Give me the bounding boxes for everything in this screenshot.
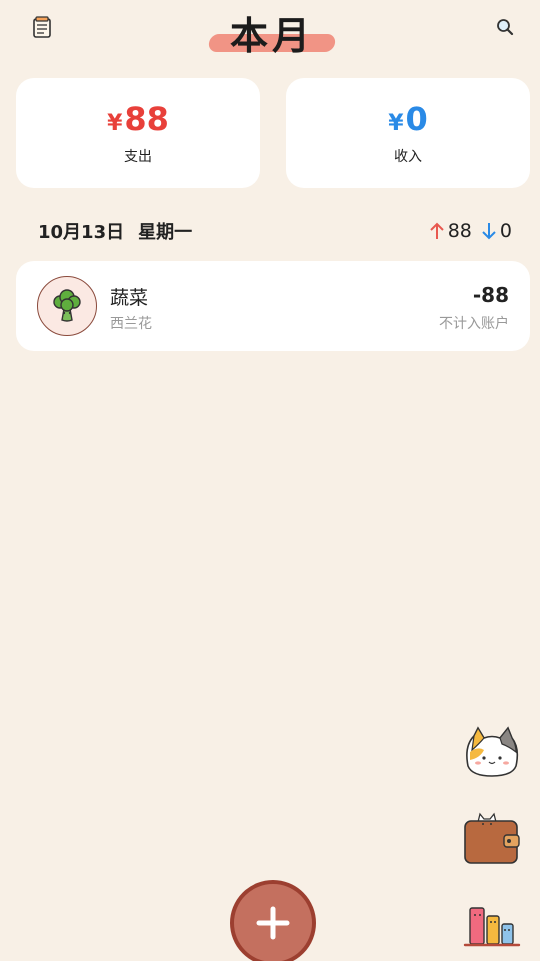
expense-label: 支出 (124, 148, 152, 165)
arrow-up-icon (430, 222, 444, 239)
page-title: 本月 (205, 6, 339, 58)
list-item[interactable]: 蔬菜 西兰花 -88 不计入账户 (16, 261, 530, 351)
income-currency: ¥ (388, 110, 404, 136)
entry-category: 蔬菜 (110, 287, 149, 309)
day-weekday: 星期一 (138, 222, 193, 243)
entry-amount: -88 (472, 283, 509, 307)
broccoli-icon (37, 276, 97, 336)
add-button[interactable] (230, 880, 316, 961)
wallet-icon[interactable] (462, 810, 522, 866)
expense-currency: ¥ (107, 110, 123, 136)
income-summary-card[interactable]: ¥0 收入 (286, 78, 530, 188)
day-expense-value: 88 (447, 220, 472, 242)
day-date-group: 10月13日 星期一 (38, 218, 192, 244)
cat-icon[interactable] (462, 726, 522, 780)
notebook-icon[interactable] (27, 12, 57, 42)
expense-value: 88 (124, 99, 169, 138)
expense-amount: ¥88 (107, 101, 169, 142)
day-totals: 88 0 (430, 220, 512, 242)
day-header: 10月13日 星期一 88 0 (38, 216, 512, 246)
income-label: 收入 (394, 148, 422, 165)
arrow-down-icon (482, 223, 496, 240)
entry-note: 西兰花 (110, 316, 152, 332)
day-income-value: 0 (499, 220, 512, 242)
top-bar: 本月 (0, 0, 540, 64)
search-icon[interactable] (490, 12, 520, 42)
page-title-text: 本月 (229, 13, 314, 58)
plus-icon (256, 906, 290, 940)
expense-summary-card[interactable]: ¥88 支出 (16, 78, 260, 188)
income-value: 0 (405, 99, 428, 138)
day-expense-total: 88 (430, 220, 472, 242)
entry-account-flag: 不计入账户 (439, 316, 509, 332)
day-date: 10月13日 (38, 222, 125, 243)
chart-icon[interactable] (462, 902, 522, 948)
day-income-total: 0 (482, 220, 512, 242)
income-amount: ¥0 (388, 101, 428, 142)
